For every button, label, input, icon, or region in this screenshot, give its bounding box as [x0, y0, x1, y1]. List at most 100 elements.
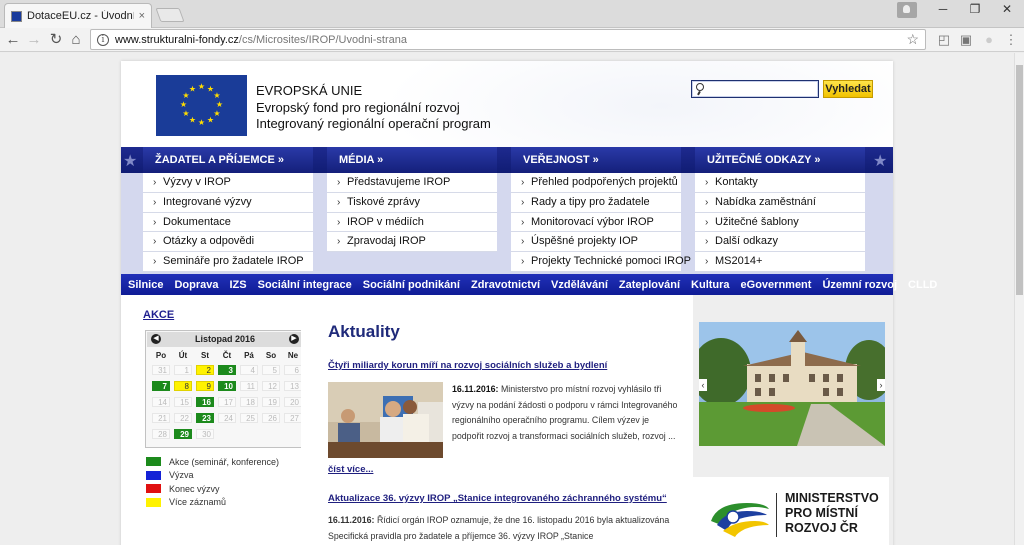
news-item-1-title[interactable]: Čtyři miliardy korun míří na rozvoj soci… [328, 360, 607, 371]
topic-link[interactable]: Územní rozvoj [822, 279, 897, 291]
calendar-day-cell[interactable]: 16 [196, 397, 214, 407]
extension-translate-icon[interactable]: ◰ [936, 32, 952, 48]
scrollbar-thumb[interactable] [1016, 65, 1023, 295]
topic-link[interactable]: Zateplování [619, 279, 680, 291]
eu-flag-logo[interactable]: ★ ★ ★ ★ ★ ★ ★ ★ ★ ★ ★ ★ [156, 75, 247, 136]
menu-item[interactable]: › Užitečné šablony [695, 213, 865, 233]
menu-item[interactable]: › Otázky a odpovědi [143, 232, 313, 253]
reload-icon[interactable]: ↻ [46, 31, 66, 49]
browser-tab[interactable]: DotaceEU.cz - Úvodní str × [4, 3, 152, 28]
calendar-day-cell[interactable]: 10 [218, 381, 236, 391]
page-scrollbar[interactable] [1014, 53, 1024, 545]
news-item-2-body: Řídicí orgán IROP oznamuje, že dne 16. l… [328, 515, 670, 541]
forward-arrow-icon[interactable]: → [24, 31, 44, 49]
topic-link[interactable]: Doprava [174, 279, 218, 291]
menu-item[interactable]: › Další odkazy [695, 232, 865, 253]
back-arrow-icon[interactable]: ← [3, 31, 23, 49]
topic-link[interactable]: Kultura [691, 279, 730, 291]
menu-item[interactable]: › Představujeme IROP [327, 173, 497, 193]
menu-item[interactable]: › Nabídka zaměstnání [695, 193, 865, 213]
menu-item[interactable]: › Monitorovací výbor IROP [511, 213, 681, 233]
news-column: Aktuality Čtyři miliardy korun míří na r… [301, 295, 693, 545]
extension-briefcase-icon[interactable]: ▣ [958, 32, 974, 48]
menu-item[interactable]: › Kontakty [695, 173, 865, 193]
topic-link[interactable]: Silnice [128, 279, 163, 291]
calendar-day-cell[interactable]: 8 [174, 381, 192, 391]
legend-swatch [146, 457, 161, 467]
restore-button[interactable]: ❐ [960, 0, 990, 18]
star-decoration-icon: ★ [873, 153, 888, 170]
org-program: Integrovaný regionální operační program [256, 116, 491, 131]
topic-link[interactable]: eGovernment [741, 279, 812, 291]
menu-item[interactable]: › MS2014+ [695, 252, 865, 272]
events-link[interactable]: AKCE [143, 309, 174, 321]
home-icon[interactable]: ⌂ [66, 31, 86, 49]
close-window-button[interactable]: ✕ [992, 0, 1022, 18]
menu-item[interactable]: › Úspěšné projekty IOP [511, 232, 681, 253]
menu-item[interactable]: › Tiskové zprávy [327, 193, 497, 213]
mega-menu: ★ ★ ŽADATEL A PŘÍJEMCE » › Výzvy v IROP ›… [121, 147, 893, 274]
address-bar[interactable]: i www.strukturalni-fondy.cz /cs/Microsit… [90, 29, 926, 50]
page-viewport: ★ ★ ★ ★ ★ ★ ★ ★ ★ ★ ★ ★ EVROPSKÁ UNIE Evropský f… [0, 53, 1014, 545]
calendar-day-of-week: So [265, 351, 277, 360]
photo-slider[interactable] [699, 322, 885, 446]
calendar-day-cell[interactable]: 3 [218, 365, 236, 375]
topic-link[interactable]: Sociální podnikání [363, 279, 460, 291]
slider-next-icon[interactable]: › [877, 379, 885, 391]
menu-heading-media[interactable]: MÉDIA » [327, 147, 497, 173]
calendar-day-cell: 26 [262, 413, 280, 423]
next-month-icon[interactable]: ▶ [289, 334, 299, 344]
calendar-day-cell[interactable]: 23 [196, 413, 214, 423]
menu-item[interactable]: › Projekty Technické pomoci IROP [511, 252, 691, 272]
menu-column-applicant: ŽADATEL A PŘÍJEMCE » › Výzvy v IROP › Inte… [143, 147, 313, 272]
calendar-day-cell[interactable]: 7 [152, 381, 170, 391]
legend-item: Výzva [146, 469, 279, 483]
search-button[interactable]: Vyhledat [823, 80, 873, 98]
news-item-1-photo[interactable] [328, 382, 443, 458]
menu-heading-links[interactable]: UŽITEČNÉ ODKAZY » [695, 147, 865, 173]
read-more-link[interactable]: číst více... [328, 464, 373, 475]
calendar-day-cell[interactable]: 9 [196, 381, 214, 391]
menu-item[interactable]: › Výzvy v IROP [143, 173, 313, 193]
calendar-legend: Akce (seminář, konference) Výzva Konec v… [146, 455, 279, 509]
menu-item[interactable]: › Zpravodaj IROP [327, 232, 497, 253]
calendar-day-cell: 17 [218, 397, 236, 407]
extension-circle-icon[interactable]: ● [981, 32, 997, 48]
topic-link[interactable]: Sociální integrace [258, 279, 352, 291]
calendar-day-cell: 31 [152, 365, 170, 375]
menu-dots-icon[interactable]: ⋮ [1003, 32, 1019, 48]
menu-heading-applicant[interactable]: ŽADATEL A PŘÍJEMCE » [143, 147, 313, 173]
topic-link[interactable]: CLLD [908, 279, 937, 291]
bookmark-star-icon[interactable]: ☆ [906, 31, 919, 48]
menu-item[interactable]: › IROP v médiích [327, 213, 497, 233]
topic-link[interactable]: Vzdělávání [551, 279, 608, 291]
calendar-day-cell: 28 [152, 429, 170, 439]
topic-link[interactable]: IZS [230, 279, 247, 291]
menu-item[interactable]: › Dokumentace [143, 213, 313, 233]
menu-item[interactable]: › Semináře pro žadatele IROP [143, 252, 313, 272]
minimize-button[interactable]: ─ [928, 0, 958, 18]
menu-heading-public[interactable]: VEŘEJNOST » [511, 147, 681, 173]
search-input[interactable] [691, 80, 819, 98]
favicon-icon [11, 10, 22, 22]
prev-month-icon[interactable]: ◀ [151, 334, 161, 344]
new-tab-button[interactable] [155, 8, 185, 22]
calendar-day-cell[interactable]: 29 [174, 429, 192, 439]
ministry-banner[interactable]: MINISTERSTVO PRO MÍSTNÍ ROZVOJ ČR [693, 477, 889, 545]
menu-item[interactable]: › Integrované výzvy [143, 193, 313, 213]
legend-item: Více záznamů [146, 496, 279, 510]
url-host: www.strukturalni-fondy.cz [115, 33, 239, 46]
news-item-1-text: 16.11.2016: Ministerstvo pro místní rozv… [452, 382, 678, 444]
news-item-2-title[interactable]: Aktualizace 36. výzvy IROP „Stanice inte… [328, 493, 667, 504]
user-profile-icon[interactable] [897, 2, 917, 18]
calendar-day-cell[interactable]: 2 [196, 365, 214, 375]
slider-prev-icon[interactable]: ‹ [699, 379, 707, 391]
news-item-2-text: 16.11.2016: Řídicí orgán IROP oznamuje, … [328, 513, 683, 544]
close-tab-icon[interactable]: × [139, 10, 145, 22]
topic-link[interactable]: Zdravotnictví [471, 279, 540, 291]
menu-item[interactable]: › Rady a tipy pro žadatele [511, 193, 681, 213]
right-column: ‹ › MINISTERSTVO PRO MÍSTNÍ ROZVOJ ČR [693, 295, 893, 545]
menu-item[interactable]: › Přehled podpořených projektů [511, 173, 681, 193]
events-calendar: Listopad 2016 ◀ ▶ Po Út St Čt Pá So Ne 31 1 2 3 4 5 6… [145, 330, 305, 448]
info-icon[interactable]: i [97, 33, 109, 46]
